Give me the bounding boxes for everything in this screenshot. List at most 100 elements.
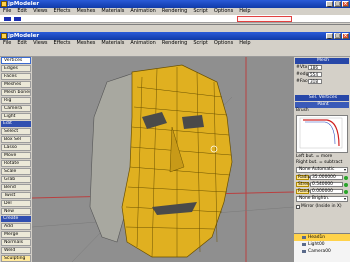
inner-menubar: File Edit Views Effects Meshes Materials… xyxy=(0,40,350,47)
minimize-icon[interactable]: _ xyxy=(326,1,333,7)
menu-help[interactable]: Help xyxy=(239,40,250,47)
checkbox-icon[interactable] xyxy=(296,204,300,209)
tool-scale[interactable]: Scale xyxy=(1,168,31,175)
stat-label: #edges xyxy=(296,72,314,77)
scene-item[interactable]: Camera00 xyxy=(294,248,350,255)
mode-faces[interactable]: Faces xyxy=(1,73,31,80)
hint-right-button: Right but. = subtract xyxy=(296,160,343,165)
brush-curve xyxy=(299,117,343,149)
tool-select[interactable]: Select xyxy=(1,128,31,135)
mesh-icon xyxy=(302,236,306,239)
tool-grab[interactable]: Grab xyxy=(1,176,31,183)
menu-rendering[interactable]: Rendering xyxy=(162,8,188,15)
slider-knob-icon[interactable] xyxy=(344,182,348,187)
tool-bend[interactable]: Bend xyxy=(1,184,31,191)
mode-camera[interactable]: Camera xyxy=(1,105,31,112)
mode-dropdown[interactable]: None Automatic xyxy=(296,167,348,173)
menu-file[interactable]: File xyxy=(3,40,11,47)
menu-help[interactable]: Help xyxy=(239,8,250,15)
menu-views[interactable]: Views xyxy=(33,40,47,47)
tool-new[interactable]: New xyxy=(1,208,31,215)
slider-value[interactable]: 35.000000 xyxy=(310,175,343,180)
maximize-icon[interactable]: □ xyxy=(334,1,341,7)
menu-meshes[interactable]: Meshes xyxy=(77,40,96,47)
outer-titlebar: jpModeler _ □ × xyxy=(0,0,350,8)
random-slider: Random 0.000000 xyxy=(296,188,348,195)
scene-item[interactable]: Light00 xyxy=(294,241,350,248)
menu-materials[interactable]: Materials xyxy=(101,8,124,15)
menu-edit[interactable]: Edit xyxy=(17,40,27,47)
toolbar-chip-icon[interactable] xyxy=(4,17,11,21)
3d-viewport[interactable] xyxy=(32,57,294,262)
stat-edge-count: #edges 554 xyxy=(296,71,348,78)
brush-curve-editor[interactable] xyxy=(296,115,348,153)
mirror-label: Mirror (Inside in X) xyxy=(301,204,342,209)
menu-edit[interactable]: Edit xyxy=(17,8,27,15)
toolbar-chip-icon[interactable] xyxy=(14,17,21,21)
menu-rendering[interactable]: Rendering xyxy=(162,40,188,47)
minimize-icon[interactable]: _ xyxy=(326,33,333,39)
menu-script[interactable]: Script xyxy=(193,40,208,47)
menu-views[interactable]: Views xyxy=(33,8,47,15)
section-edit: Edit xyxy=(1,121,31,127)
right-panel: Mesh #Vtx 186 #edges 554 #Faces 318 Sel.… xyxy=(294,57,350,262)
mode-meshes[interactable]: Meshes xyxy=(1,81,31,88)
stat-face-count: #Faces 318 xyxy=(296,78,348,85)
tool-del[interactable]: Del xyxy=(1,200,31,207)
mode-rig[interactable]: Rig xyxy=(1,97,31,104)
tool-rotate[interactable]: Rotate xyxy=(1,160,31,167)
tool-merge[interactable]: Merge xyxy=(1,231,31,238)
stat-value: 554 xyxy=(308,72,322,77)
scene-item-label: Light00 xyxy=(308,242,325,247)
tool-lasso[interactable]: Lasso xyxy=(1,144,31,151)
brush-label: Brush xyxy=(296,108,309,113)
maximize-icon[interactable]: □ xyxy=(334,33,341,39)
app-icon xyxy=(1,1,7,7)
outer-menubar: File Edit Views Effects Meshes Materials… xyxy=(0,8,350,15)
inner-titlebar: jpModeler _ □ × xyxy=(0,32,350,40)
tool-twist[interactable]: Twist xyxy=(1,192,31,199)
red-frame xyxy=(237,16,292,22)
menu-options[interactable]: Options xyxy=(214,8,233,15)
tool-box-sel[interactable]: Box Sel xyxy=(1,136,31,143)
scene-item-label: Head1n xyxy=(308,235,326,240)
mode-light[interactable]: Light xyxy=(1,113,31,120)
tool-weld[interactable]: Weld xyxy=(1,247,31,254)
menu-effects[interactable]: Effects xyxy=(54,40,71,47)
tool-add[interactable]: Add xyxy=(1,223,31,230)
head-mesh-render xyxy=(32,57,294,262)
slider-label: Random xyxy=(296,189,317,194)
stat-label: #Faces xyxy=(296,79,313,84)
close-icon[interactable]: × xyxy=(342,33,349,39)
strength-slider: Strength 0.540000 xyxy=(296,181,348,188)
menu-meshes[interactable]: Meshes xyxy=(77,8,96,15)
menu-file[interactable]: File xyxy=(3,8,11,15)
tool-normals[interactable]: Normals xyxy=(1,239,31,246)
menu-options[interactable]: Options xyxy=(214,40,233,47)
close-icon[interactable]: × xyxy=(342,1,349,7)
menu-effects[interactable]: Effects xyxy=(54,8,71,15)
sel-vertices-header: Sel. Vertices xyxy=(295,95,349,101)
menu-animation[interactable]: Animation xyxy=(130,40,156,47)
slider-label: Radius xyxy=(296,175,313,180)
brightness-dropdown[interactable]: None Brightn. xyxy=(296,196,348,202)
slider-value[interactable]: 0.000000 xyxy=(310,189,343,194)
mirror-checkbox[interactable]: Mirror (Inside in X) xyxy=(296,203,348,210)
light-icon xyxy=(302,243,306,246)
mode-vertices[interactable]: Vertices xyxy=(1,57,31,64)
mode-edges[interactable]: Edges xyxy=(1,65,31,72)
mode-mesh-bones[interactable]: Mesh bones xyxy=(1,89,31,96)
tool-move[interactable]: Move xyxy=(1,152,31,159)
menu-animation[interactable]: Animation xyxy=(130,8,156,15)
outer-window-title: jpModeler xyxy=(8,1,40,7)
scene-item[interactable]: Head1n xyxy=(294,234,350,241)
slider-value[interactable]: 0.540000 xyxy=(310,182,343,187)
menu-script[interactable]: Script xyxy=(193,8,208,15)
camera-icon xyxy=(302,250,306,253)
menu-materials[interactable]: Materials xyxy=(101,40,124,47)
tool-sculpting[interactable]: Sculpting xyxy=(1,255,31,262)
inner-window-title: jpModeler xyxy=(8,33,40,39)
slider-knob-icon[interactable] xyxy=(344,189,348,194)
outer-document-strip xyxy=(0,15,350,23)
slider-knob-icon[interactable] xyxy=(344,175,348,180)
